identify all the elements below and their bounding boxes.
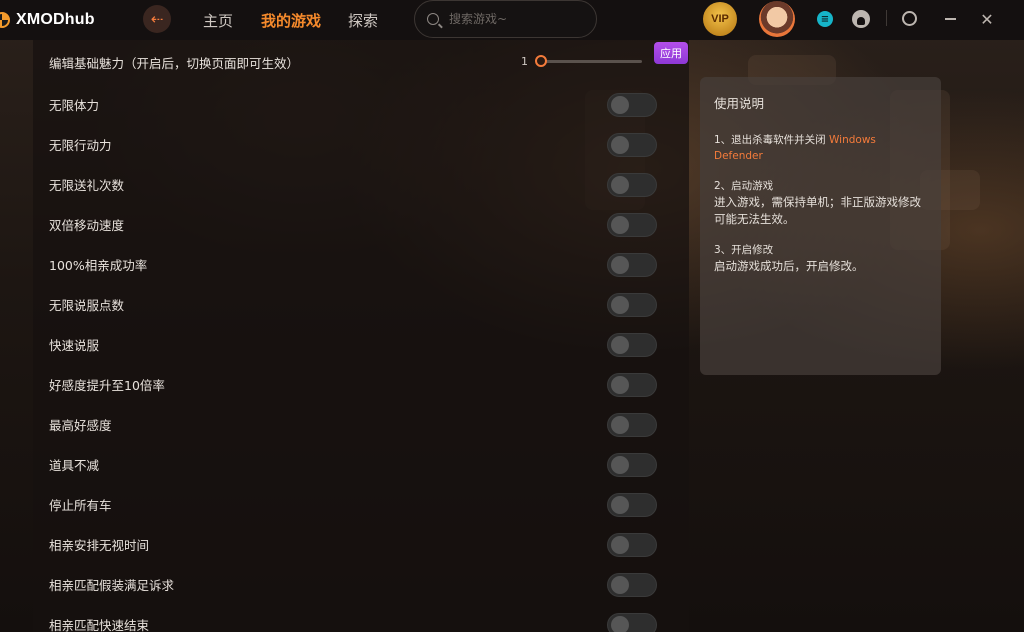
toggle-switch[interactable]: [607, 253, 657, 277]
step-1-heading: 1、退出杀毒软件并关闭: [714, 134, 826, 146]
toggle-label: 无限行动力: [49, 137, 112, 153]
toggle-label: 道具不减: [49, 457, 100, 473]
trainer-options-panel: 编辑基础魅力（开启后，切换页面即可生效） 1 应用 无限体力无限行动力无限送礼次…: [33, 40, 689, 632]
toggle-switch[interactable]: [607, 413, 657, 437]
instruction-step-2: 2、启动游戏 进入游戏，需保持单机；非正版游戏修改可能无法生效。: [714, 178, 927, 228]
toggle-knob: [611, 296, 629, 314]
toggle-label: 好感度提升至10倍率: [49, 377, 165, 393]
toggle-switch[interactable]: [607, 533, 657, 557]
toggle-row: 相亲匹配快速结束: [49, 604, 674, 632]
toggle-row: 无限行动力: [49, 124, 674, 164]
toggle-row: 好感度提升至10倍率: [49, 364, 674, 404]
vip-label: VIP: [711, 13, 729, 25]
charm-edit-row: 编辑基础魅力（开启后，切换页面即可生效） 1 应用: [49, 42, 688, 82]
vip-badge-icon[interactable]: VIP: [703, 2, 737, 36]
app-logo[interactable]: XMODhub: [0, 11, 95, 29]
toggle-row: 最高好感度: [49, 404, 674, 444]
toggle-label: 相亲安排无视时间: [49, 537, 150, 553]
toggle-label: 停止所有车: [49, 497, 112, 513]
toggle-label: 双倍移动速度: [49, 217, 125, 233]
toggle-switch[interactable]: [607, 333, 657, 357]
toggle-label: 相亲匹配快速结束: [49, 617, 150, 632]
instruction-step-3: 3、开启修改 启动游戏成功后，开启修改。: [714, 242, 927, 275]
toggle-switch[interactable]: [607, 453, 657, 477]
toggle-label: 快速说服: [49, 337, 100, 353]
toggle-knob: [611, 96, 629, 114]
slider-thumb[interactable]: [535, 55, 547, 67]
charm-slider[interactable]: 1: [521, 55, 642, 68]
toggle-row: 无限说服点数: [49, 284, 674, 324]
toggle-row: 双倍移动速度: [49, 204, 674, 244]
toggle-row: 无限体力: [49, 84, 674, 124]
toggle-knob: [611, 496, 629, 514]
toggle-label: 100%相亲成功率: [49, 257, 148, 273]
nav-home[interactable]: 主页: [203, 10, 233, 31]
toggle-switch[interactable]: [607, 173, 657, 197]
toggle-knob: [611, 336, 629, 354]
top-bar: XMODhub ⇠ 主页 我的游戏 探索 VIP ≡ ✕: [0, 0, 1024, 40]
toggle-label: 无限说服点数: [49, 297, 125, 313]
search-input[interactable]: [449, 12, 579, 26]
toggle-label: 相亲匹配假装满足诉求: [49, 577, 175, 593]
nav-my-games[interactable]: 我的游戏: [261, 10, 321, 31]
step-3-heading: 3、开启修改: [714, 244, 774, 256]
toggle-knob: [611, 456, 629, 474]
toggle-switch[interactable]: [607, 93, 657, 117]
close-icon[interactable]: ✕: [979, 10, 995, 29]
toggle-knob: [611, 576, 629, 594]
nav-explore[interactable]: 探索: [348, 10, 378, 31]
instruction-step-1: 1、退出杀毒软件并关闭 Windows Defender: [714, 132, 927, 164]
toolbar-divider: [886, 10, 887, 26]
back-button[interactable]: ⇠: [143, 5, 171, 33]
step-2-body: 进入游戏，需保持单机；非正版游戏修改可能无法生效。: [714, 195, 921, 226]
toggle-row: 快速说服: [49, 324, 674, 364]
toggle-switch[interactable]: [607, 213, 657, 237]
toggle-row: 道具不减: [49, 444, 674, 484]
toggle-label: 无限体力: [49, 97, 100, 113]
step-2-heading: 2、启动游戏: [714, 180, 774, 192]
logo-icon: [0, 12, 10, 28]
toggle-knob: [611, 176, 629, 194]
toggle-knob: [611, 376, 629, 394]
toggle-knob: [611, 416, 629, 434]
toggle-row: 相亲匹配假装满足诉求: [49, 564, 674, 604]
instructions-title: 使用说明: [714, 96, 765, 111]
charm-edit-label: 编辑基础魅力（开启后，切换页面即可生效）: [49, 55, 300, 71]
arrow-left-icon: ⇠: [150, 10, 164, 28]
toggle-row: 100%相亲成功率: [49, 244, 674, 284]
toggle-switch[interactable]: [607, 133, 657, 157]
toggle-switch[interactable]: [607, 493, 657, 517]
toggle-row: 停止所有车: [49, 484, 674, 524]
search-box[interactable]: [414, 0, 597, 38]
toggle-row: 相亲安排无视时间: [49, 524, 674, 564]
toggle-knob: [611, 216, 629, 234]
step-3-body: 启动游戏成功后，开启修改。: [714, 259, 864, 273]
settings-icon[interactable]: [902, 11, 917, 26]
avatar[interactable]: [759, 1, 795, 37]
toggle-knob: [611, 536, 629, 554]
toggle-knob: [611, 136, 629, 154]
toggle-switch[interactable]: [607, 293, 657, 317]
toggle-knob: [611, 256, 629, 274]
toggle-switch[interactable]: [607, 573, 657, 597]
search-icon: [427, 13, 439, 25]
bell-icon[interactable]: [852, 10, 870, 28]
toggle-label: 最高好感度: [49, 417, 112, 433]
toggle-switch[interactable]: [607, 613, 657, 632]
toggle-knob: [611, 616, 629, 632]
charm-slider-value: 1: [521, 55, 528, 68]
logo-text: XMODhub: [16, 11, 95, 28]
apply-button[interactable]: 应用: [654, 42, 688, 64]
minimize-icon[interactable]: [942, 11, 958, 27]
instructions-card: 使用说明 1、退出杀毒软件并关闭 Windows Defender 2、启动游戏…: [700, 77, 941, 375]
toggle-label: 无限送礼次数: [49, 177, 125, 193]
slider-track[interactable]: [535, 55, 642, 67]
toggle-switch[interactable]: [607, 373, 657, 397]
toggle-row: 无限送礼次数: [49, 164, 674, 204]
cyan-app-icon[interactable]: ≡: [817, 11, 833, 27]
